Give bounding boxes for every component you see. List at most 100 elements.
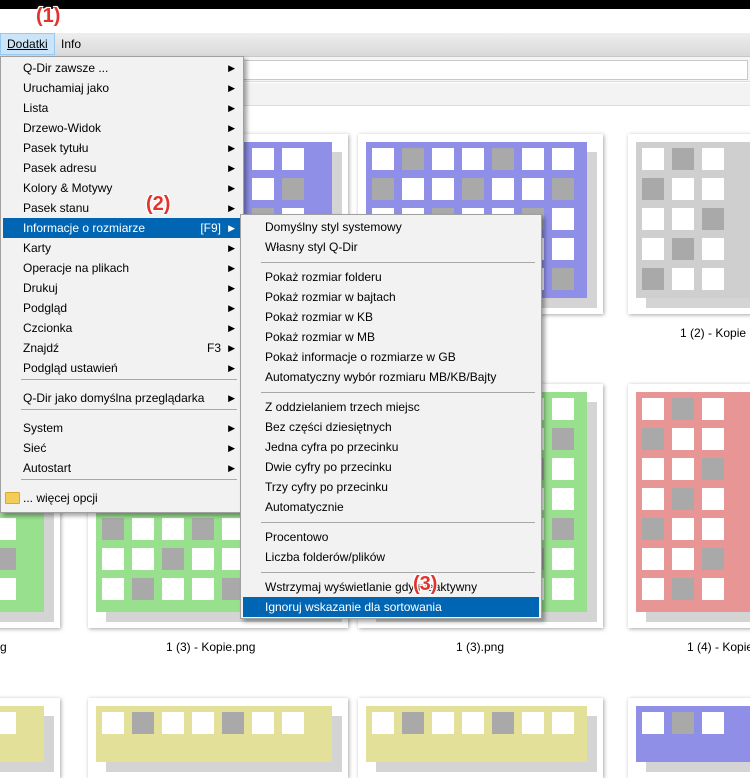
submenu-arrow-icon: ▶: [228, 183, 235, 193]
submenu-arrow-icon: ▶: [228, 63, 235, 73]
menu-item-label: Znajdź: [23, 341, 60, 355]
menu-item-label: Lista: [23, 101, 49, 115]
menu-item-label: Podgląd: [23, 301, 68, 315]
menu-item-label: Pasek adresu: [23, 161, 97, 175]
submenu-item-label: Automatycznie: [265, 500, 344, 514]
menu-item-znajdz[interactable]: Znajdź F3 ▶: [3, 338, 241, 358]
submenu-item[interactable]: Własny styl Q-Dir: [243, 237, 539, 257]
step-marker-1: (1): [36, 5, 61, 27]
submenu-item-label: Pokaż rozmiar w KB: [265, 310, 374, 324]
submenu-arrow-icon: ▶: [228, 263, 235, 273]
menu-item-pasek-adresu[interactable]: Pasek adresu ▶: [3, 158, 241, 178]
menu-item-siec[interactable]: Sieć ▶: [3, 438, 241, 458]
shortcut-label: F3: [206, 341, 221, 355]
menu-item-pasek-stanu[interactable]: Pasek stanu ▶: [3, 198, 241, 218]
submenu-item-label: Pokaż informacje o rozmiarze w GB: [265, 350, 456, 364]
menu-item-karty[interactable]: Karty ▶: [3, 238, 241, 258]
menu-item-label: Q-Dir jako domyślna przeglądarka: [23, 391, 205, 405]
submenu-item-label: Bez części dziesiętnych: [265, 420, 392, 434]
step-marker-3: (3): [413, 573, 438, 595]
menu-info[interactable]: Info: [55, 33, 87, 55]
menu-item-lista[interactable]: Lista ▶: [3, 98, 241, 118]
menu-item-label: Karty: [23, 241, 52, 255]
submenu-item-label: Wstrzymaj wyświetlanie gdy nieaktywny: [265, 580, 478, 594]
submenu-arrow-icon: ▶: [228, 393, 235, 403]
menu-item-label: ... więcej opcji: [23, 491, 98, 505]
submenu-item[interactable]: Automatyczny wybór rozmiaru MB/KB/Bajty: [243, 367, 539, 387]
file-caption[interactable]: 1 (2) - Kopie: [680, 326, 746, 340]
submenu-item[interactable]: Pokaż rozmiar w KB: [243, 307, 539, 327]
menu-item-label: Uruchamiaj jako: [23, 81, 110, 95]
submenu-arrow-icon: ▶: [228, 223, 235, 233]
file-caption[interactable]: 1 (3) - Kopie.png: [166, 640, 255, 654]
menu-item-podglad[interactable]: Podgląd ▶: [3, 298, 241, 318]
window-top-edge: [0, 0, 750, 9]
menu-item-label: Operacje na plikach: [23, 261, 130, 275]
menu-dodatki-label: Dodatki: [7, 37, 48, 51]
submenu-item-label: Pokaż rozmiar folderu: [265, 270, 382, 284]
submenu-item[interactable]: Bez części dziesiętnych: [243, 417, 539, 437]
file-thumbnail[interactable]: [628, 698, 750, 778]
address-input[interactable]: [240, 60, 748, 80]
submenu-item[interactable]: Pokaż rozmiar folderu: [243, 267, 539, 287]
submenu-item[interactable]: Pokaż rozmiar w bajtach: [243, 287, 539, 307]
file-caption[interactable]: g: [0, 640, 7, 654]
menu-item-label: Drzewo-Widok: [23, 121, 102, 135]
submenu-item[interactable]: Pokaż rozmiar w MB: [243, 327, 539, 347]
file-caption[interactable]: 1 (3).png: [456, 640, 504, 654]
file-thumbnail[interactable]: [628, 134, 750, 314]
submenu-arrow-icon: ▶: [228, 343, 235, 353]
submenu-arrow-icon: ▶: [228, 103, 235, 113]
submenu-arrow-icon: ▶: [228, 83, 235, 93]
menu-item-podglad-ustawien[interactable]: Podgląd ustawień ▶: [3, 358, 241, 378]
file-thumbnail[interactable]: [88, 698, 348, 778]
menu-item-czcionka[interactable]: Czcionka ▶: [3, 318, 241, 338]
menu-item-pasek-tytulu[interactable]: Pasek tytułu ▶: [3, 138, 241, 158]
menu-item-uruchamiaj-jako[interactable]: Uruchamiaj jako ▶: [3, 78, 241, 98]
submenu-item-label: Trzy cyfry po przecinku: [265, 480, 388, 494]
submenu-item[interactable]: Ignoruj wskazanie dla sortowania: [243, 597, 539, 617]
submenu-arrow-icon: ▶: [228, 243, 235, 253]
submenu-item-label: Z oddzielaniem trzech miejsc: [265, 400, 420, 414]
submenu-item[interactable]: Wstrzymaj wyświetlanie gdy nieaktywny: [243, 577, 539, 597]
submenu-arrow-icon: ▶: [228, 363, 235, 373]
menu-item-informacje-o-rozmiarze[interactable]: Informacje o rozmiarze [F9] ▶: [3, 218, 241, 238]
file-caption[interactable]: 1 (4) - Kopie: [687, 640, 750, 654]
menu-dodatki[interactable]: Dodatki: [0, 33, 55, 55]
submenu-item-label: Pokaż rozmiar w bajtach: [265, 290, 396, 304]
submenu-item-label: Ignoruj wskazanie dla sortowania: [265, 600, 442, 614]
file-thumbnail[interactable]: [0, 698, 60, 778]
submenu-item[interactable]: Z oddzielaniem trzech miejsc: [243, 397, 539, 417]
menu-item-kolory-motywy[interactable]: Kolory & Motywy ▶: [3, 178, 241, 198]
step-marker-2: (2): [146, 193, 171, 215]
submenu-item[interactable]: Jedna cyfra po przecinku: [243, 437, 539, 457]
submenu-item[interactable]: Trzy cyfry po przecinku: [243, 477, 539, 497]
menu-item-label: Pasek tytułu: [23, 141, 89, 155]
menu-item-qdir-zawsze[interactable]: Q-Dir zawsze ... ▶: [3, 58, 241, 78]
submenu-arrow-icon: ▶: [228, 323, 235, 333]
submenu-item[interactable]: Procentowo: [243, 527, 539, 547]
menu-item-label: Q-Dir zawsze ...: [23, 61, 109, 75]
menu-item-label: System: [23, 421, 64, 435]
submenu-item[interactable]: Automatycznie: [243, 497, 539, 517]
shortcut-label: [F9]: [200, 221, 221, 235]
submenu-item[interactable]: Liczba folderów/plików: [243, 547, 539, 567]
menu-item-drukuj[interactable]: Drukuj ▶: [3, 278, 241, 298]
file-thumbnail[interactable]: [358, 698, 603, 778]
submenu-item[interactable]: Dwie cyfry po przecinku: [243, 457, 539, 477]
menu-item-label: Sieć: [23, 441, 47, 455]
menu-item-operacje-na-plikach[interactable]: Operacje na plikach ▶: [3, 258, 241, 278]
submenu-arrow-icon: ▶: [228, 203, 235, 213]
menu-item-qdir-domyslna-przegladarka[interactable]: Q-Dir jako domyślna przeglądarka ▶: [3, 388, 241, 408]
submenu-item[interactable]: Pokaż informacje o rozmiarze w GB: [243, 347, 539, 367]
menu-item-drzewo-widok[interactable]: Drzewo-Widok ▶: [3, 118, 241, 138]
submenu-item-label: Procentowo: [265, 530, 329, 544]
menu-item-system[interactable]: System ▶: [3, 418, 241, 438]
file-thumbnail[interactable]: [628, 384, 750, 628]
menu-separator: [21, 379, 237, 380]
menu-item-autostart[interactable]: Autostart ▶: [3, 458, 241, 478]
submenu-item[interactable]: Domyślny styl systemowy: [243, 217, 539, 237]
menu-item-wiecej-opcji[interactable]: ... więcej opcji: [3, 488, 241, 508]
menu-separator: [21, 479, 237, 480]
folder-icon: [5, 492, 20, 504]
